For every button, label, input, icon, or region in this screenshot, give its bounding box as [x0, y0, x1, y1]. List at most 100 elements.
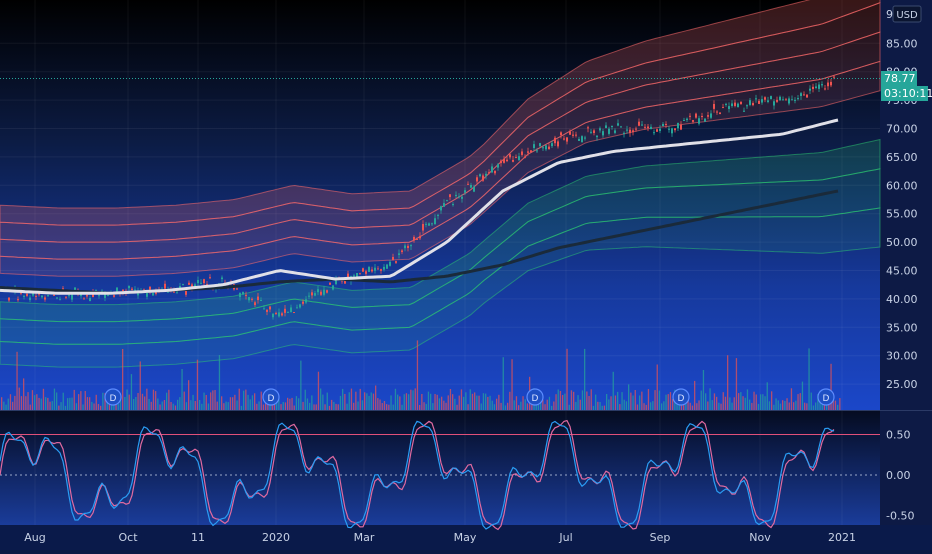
volume-bar	[775, 398, 777, 410]
candle-body	[788, 98, 790, 104]
candle-body	[59, 298, 61, 300]
volume-bar	[218, 355, 221, 410]
countdown-value: 03:10:11	[884, 87, 932, 100]
dividend-marker[interactable]: D	[104, 388, 122, 406]
time-tick-label: Nov	[749, 531, 771, 544]
candle-body	[488, 172, 490, 174]
candle-body	[434, 218, 436, 225]
volume-bar	[122, 349, 124, 410]
volume-bar	[372, 393, 375, 410]
volume-bar	[795, 400, 797, 410]
candle-body	[470, 184, 472, 188]
volume-bar	[254, 393, 256, 410]
candle-body	[188, 282, 190, 285]
volume-bar	[27, 392, 29, 410]
candle-body	[728, 106, 730, 109]
candle-body	[386, 264, 388, 269]
candle-body	[632, 130, 634, 133]
candle-body	[527, 151, 529, 153]
volume-bar	[467, 404, 469, 410]
volume-bar	[619, 404, 621, 410]
volume-bar	[331, 399, 333, 410]
volume-bar	[548, 396, 551, 410]
volume-bar	[3, 401, 5, 410]
volume-bar	[771, 391, 773, 410]
volume-bar	[760, 394, 762, 410]
volume-bar	[507, 402, 509, 410]
volume-bar	[227, 402, 229, 410]
volume-bar	[432, 403, 434, 410]
volume-bar	[234, 394, 236, 410]
volume-bar	[322, 394, 324, 410]
volume-bar	[75, 403, 78, 410]
candle-body	[485, 173, 487, 176]
candle-body	[473, 186, 475, 192]
dividend-marker[interactable]: D	[526, 388, 544, 406]
candle-body	[746, 105, 748, 107]
volume-bar	[799, 393, 801, 410]
time-tick-label: Mar	[354, 531, 375, 544]
volume-bar	[144, 396, 146, 410]
volume-bar	[392, 404, 394, 410]
volume-bar	[298, 398, 300, 410]
dividend-marker[interactable]: D	[672, 388, 690, 406]
candle-body	[437, 214, 439, 216]
volume-bar	[232, 397, 234, 410]
candle-body	[779, 96, 781, 101]
volume-bar	[636, 404, 639, 410]
candle-body	[698, 118, 700, 124]
volume-bar	[656, 364, 658, 410]
candle-body	[467, 183, 469, 185]
volume-bar	[751, 402, 753, 410]
dividend-marker[interactable]: D	[817, 388, 835, 406]
volume-bar	[315, 404, 317, 410]
volume-bar	[641, 391, 643, 410]
candle-body	[767, 100, 769, 102]
volume-bar	[335, 403, 337, 410]
candle-body	[362, 268, 364, 272]
candle-body	[263, 308, 265, 310]
candle-body	[83, 298, 85, 300]
volume-bar	[469, 389, 471, 410]
volume-bar	[82, 404, 84, 410]
candle-body	[569, 131, 571, 135]
volume-bar	[452, 394, 454, 410]
time-tick-label: Sep	[650, 531, 671, 544]
candle-body	[389, 261, 391, 266]
volume-bar	[280, 404, 282, 410]
volume-bar	[379, 399, 381, 410]
price-tick-label: 25.00	[886, 378, 918, 391]
volume-bar	[487, 396, 489, 410]
volume-bar	[240, 405, 243, 410]
volume-bar	[606, 394, 608, 410]
candle-body	[686, 118, 688, 120]
candle-body	[827, 82, 829, 87]
candle-body	[446, 200, 448, 202]
volume-bar	[449, 389, 452, 410]
volume-bar	[588, 396, 590, 410]
volume-bar	[179, 397, 181, 410]
volume-bar	[353, 402, 355, 410]
volume-bar	[634, 390, 636, 410]
price-tick-label: 40.00	[886, 293, 918, 306]
candle-body	[530, 150, 532, 153]
candle-body	[440, 206, 442, 211]
volume-bar	[102, 392, 104, 410]
volume-bar	[590, 389, 592, 410]
candle-body	[494, 170, 496, 174]
candle-body	[608, 128, 610, 134]
volume-bar	[489, 395, 491, 410]
volume-bar	[56, 392, 58, 410]
dividend-marker[interactable]: D	[262, 388, 280, 406]
volume-bar	[522, 396, 524, 410]
volume-bar	[614, 395, 617, 410]
volume-bar	[562, 395, 564, 410]
volume-bar	[689, 402, 691, 410]
candle-body	[590, 131, 592, 133]
volume-bar	[493, 404, 496, 410]
volume-bar	[482, 393, 485, 410]
candle-body	[398, 253, 400, 255]
candle-body	[311, 292, 313, 296]
candle-body	[584, 137, 586, 139]
candle-body	[293, 312, 295, 314]
